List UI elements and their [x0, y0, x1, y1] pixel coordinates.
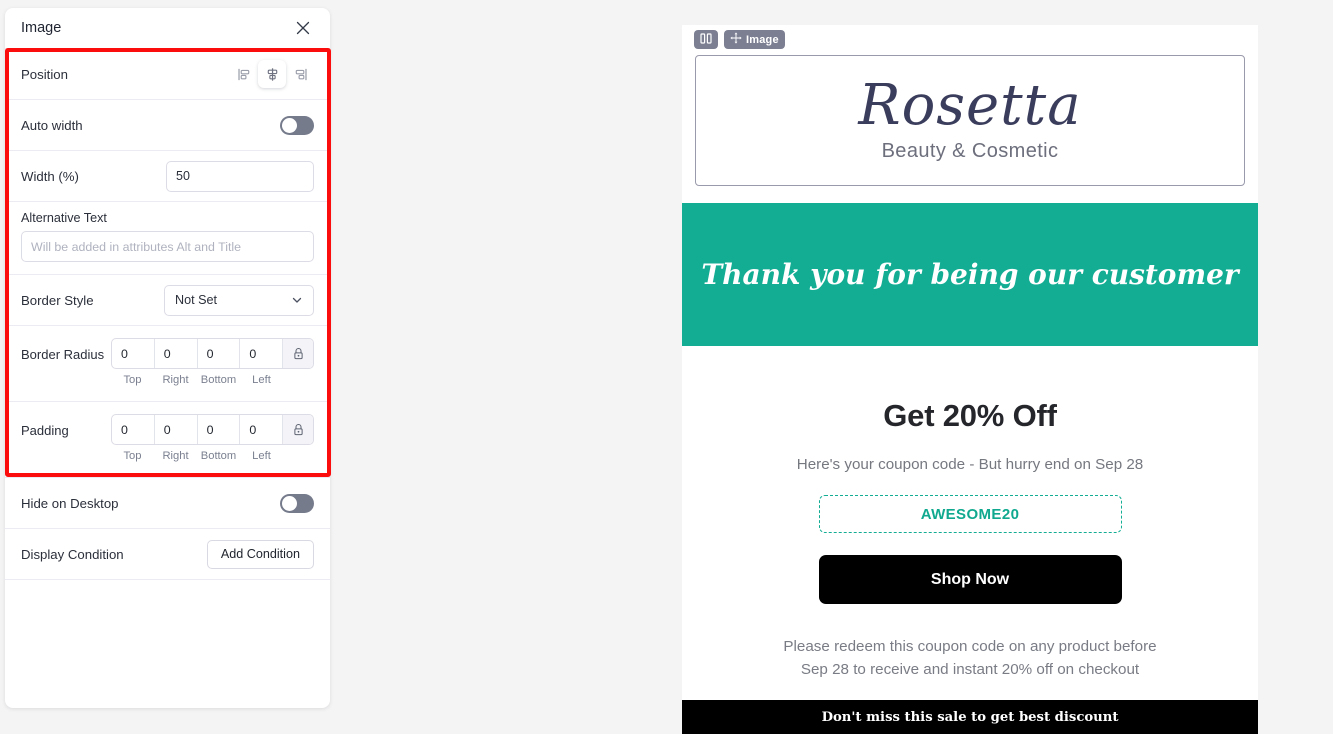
border-radius-inputs: 0 0 0 0 [111, 338, 314, 369]
auto-width-row: Auto width [5, 100, 330, 151]
padding-name-left: Left [252, 450, 271, 462]
border-radius-name-left: Left [252, 374, 271, 386]
image-block-badge[interactable]: Image [724, 30, 785, 49]
width-input[interactable] [166, 160, 314, 192]
columns-icon [700, 31, 712, 49]
border-style-value: Not Set [175, 293, 217, 307]
offer-title: Get 20% Off [883, 398, 1057, 433]
border-style-label: Border Style [21, 292, 94, 308]
email-preview-canvas: Image Rosetta Beauty & Cosmetic Thank yo… [682, 25, 1258, 734]
footer-banner-text: Don't miss this sale to get best discoun… [821, 709, 1119, 725]
border-style-select[interactable]: Not Set [164, 284, 314, 316]
auto-width-toggle[interactable] [280, 115, 314, 135]
display-condition-label: Display Condition [21, 546, 124, 562]
position-label: Position [21, 66, 68, 82]
padding-name-right: Right [162, 450, 189, 462]
alternative-text-row: Alternative Text [5, 202, 330, 275]
auto-width-label: Auto width [21, 117, 83, 133]
border-radius-lock-icon[interactable] [283, 339, 313, 368]
hide-on-desktop-toggle[interactable] [280, 493, 314, 513]
hide-on-desktop-row: Hide on Desktop [5, 478, 330, 529]
hide-on-desktop-label: Hide on Desktop [21, 495, 119, 511]
width-label: Width (%) [21, 168, 79, 184]
border-radius-label: Border Radius [21, 347, 105, 362]
padding-top-input[interactable]: 0 [112, 415, 155, 444]
align-right-icon[interactable] [286, 60, 314, 88]
alternative-text-label: Alternative Text [21, 211, 107, 225]
chevron-down-icon [291, 294, 303, 306]
footer-banner[interactable]: Don't miss this sale to get best discoun… [682, 700, 1258, 734]
border-radius-bottom-input[interactable]: 0 [198, 339, 241, 368]
padding-name-bottom: Bottom [200, 450, 237, 462]
border-radius-right-input[interactable]: 0 [155, 339, 198, 368]
width-row: Width (%) [5, 151, 330, 202]
offer-subtitle: Here's your coupon code - But hurry end … [796, 456, 1144, 473]
redeem-instructions: Please redeem this coupon code on any pr… [682, 636, 1258, 682]
thank-you-banner-text: Thank you for being our customer [701, 258, 1239, 291]
panel-header: Image [5, 8, 330, 49]
border-radius-group: 0 0 0 0 Top Right Bottom Left [111, 338, 314, 386]
border-style-row: Border Style Not Set [5, 275, 330, 326]
padding-row: Padding 0 0 0 0 Top Right Bottom Left [5, 402, 330, 478]
align-left-icon[interactable] [230, 60, 258, 88]
toggle-knob [282, 495, 297, 511]
border-radius-left-input[interactable]: 0 [240, 339, 284, 368]
image-block-badge-label: Image [746, 33, 779, 46]
padding-inputs: 0 0 0 0 [111, 414, 314, 445]
redeem-line-2: Sep 28 to receive and instant 20% off on… [800, 660, 1140, 678]
padding-left-input[interactable]: 0 [240, 415, 284, 444]
padding-names: Top Right Bottom Left [111, 450, 314, 462]
border-radius-row: Border Radius 0 0 0 0 Top Right Bottom L… [5, 326, 330, 402]
add-condition-button[interactable]: Add Condition [206, 539, 314, 569]
redeem-line-1: Please redeem this coupon code on any pr… [783, 638, 1157, 655]
align-center-icon[interactable] [258, 60, 286, 88]
border-radius-name-right: Right [162, 374, 189, 386]
shop-now-button-label: Shop Now [930, 570, 1010, 588]
padding-label: Padding [21, 423, 69, 438]
logo-image-block[interactable]: Rosetta Beauty & Cosmetic [695, 55, 1245, 186]
coupon-code-text: AWESOME20 [920, 505, 1020, 523]
padding-lock-icon[interactable] [283, 415, 313, 444]
padding-right-input[interactable]: 0 [155, 415, 198, 444]
alternative-text-input[interactable] [21, 231, 314, 262]
logo-tagline: Beauty & Cosmetic [881, 140, 1059, 162]
border-style-select-wrap: Not Set [164, 284, 314, 316]
panel-title: Image [21, 20, 62, 36]
padding-group: 0 0 0 0 Top Right Bottom Left [111, 414, 314, 462]
border-radius-names: Top Right Bottom Left [111, 374, 314, 386]
columns-badge[interactable] [694, 30, 718, 49]
border-radius-top-input[interactable]: 0 [112, 339, 155, 368]
toggle-knob [282, 117, 297, 133]
logo-brand-name: Rosetta [858, 73, 1082, 138]
position-row: Position [5, 49, 330, 100]
thank-you-banner[interactable]: Thank you for being our customer [682, 203, 1258, 346]
image-settings-panel: Image Position Auto width Width (%) 50 A… [5, 8, 330, 708]
coupon-code-box[interactable]: AWESOME20 [818, 495, 1122, 533]
display-condition-row: Display Condition Add Condition [5, 529, 330, 580]
move-icon [730, 31, 742, 49]
close-icon[interactable] [292, 17, 314, 39]
border-radius-name-top: Top [123, 374, 142, 386]
selected-block-badges: Image [694, 30, 785, 49]
padding-bottom-input[interactable]: 0 [198, 415, 241, 444]
offer-section: Get 20% Off Here's your coupon code - Bu… [682, 346, 1258, 682]
shop-now-button[interactable]: Shop Now [818, 555, 1122, 604]
position-align-group [230, 60, 314, 88]
padding-name-top: Top [123, 450, 142, 462]
border-radius-name-bottom: Bottom [200, 374, 237, 386]
